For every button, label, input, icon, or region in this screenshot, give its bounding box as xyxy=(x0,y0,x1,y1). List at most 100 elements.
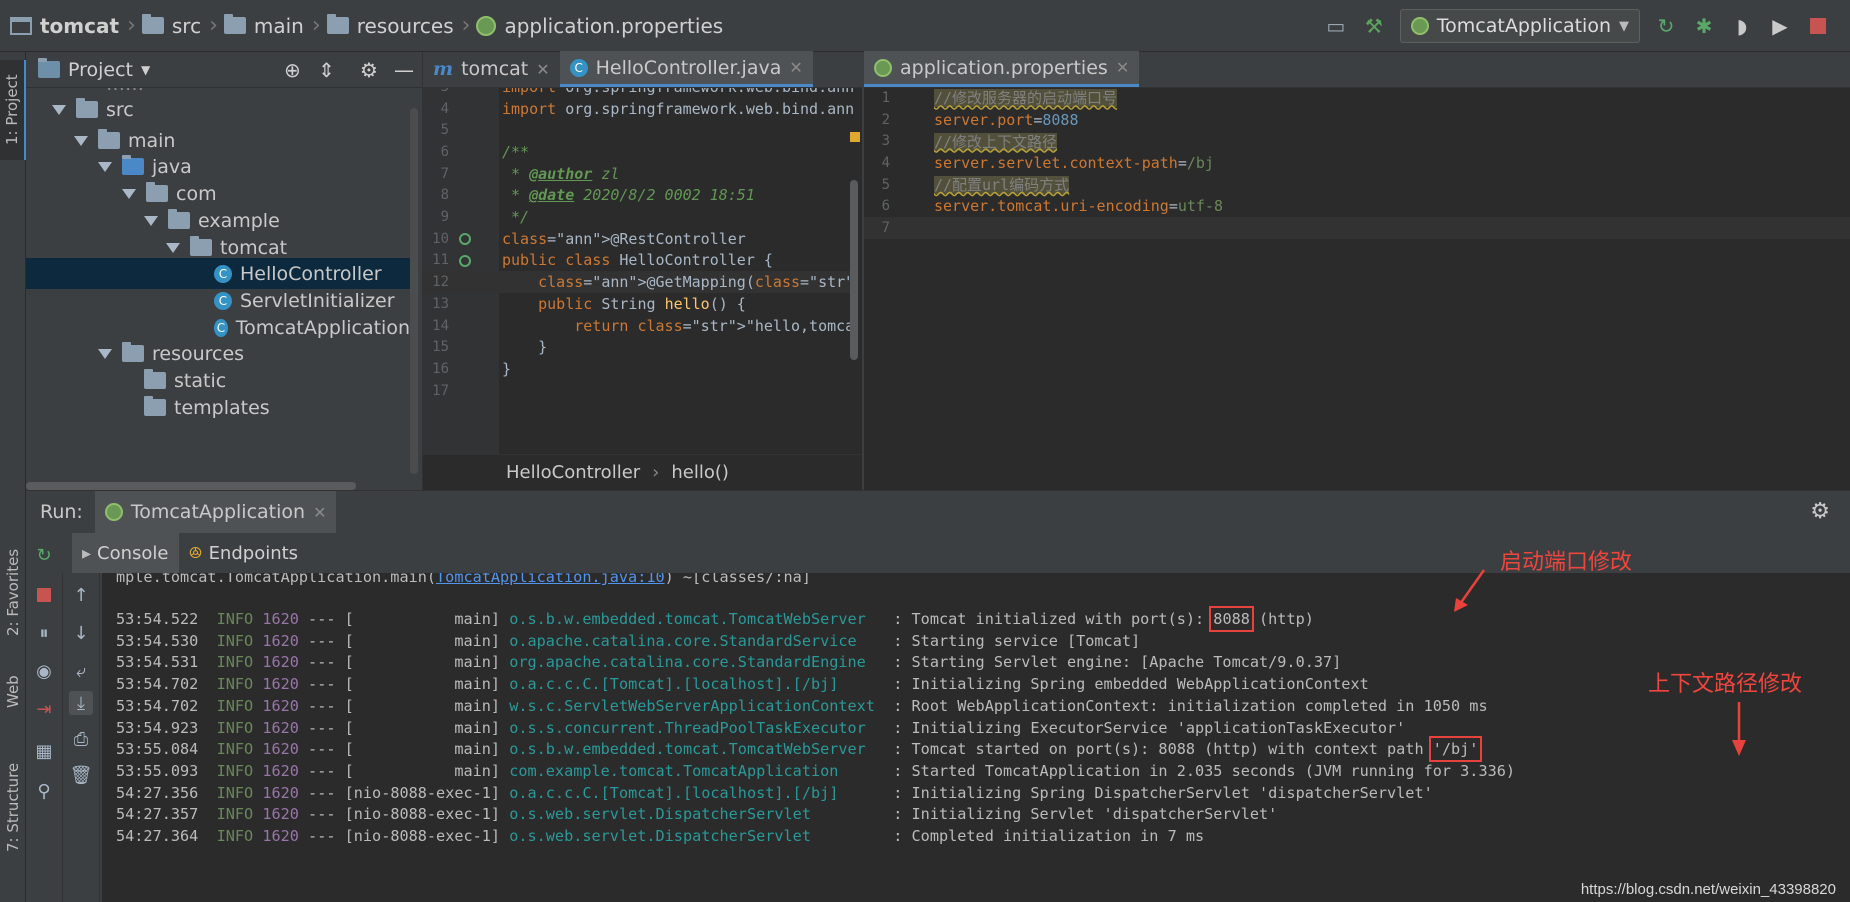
arrow-up-icon[interactable]: ↑ xyxy=(69,583,93,607)
spring-bean-gutter-icon[interactable] xyxy=(459,254,471,267)
editor-scrollbar[interactable] xyxy=(850,180,858,360)
subtab-console[interactable]: ▸ Console xyxy=(72,533,179,573)
exit-icon[interactable]: ⇥ xyxy=(32,697,56,721)
expand-arrow-icon[interactable] xyxy=(98,161,112,172)
run-tab[interactable]: TomcatApplication ✕ xyxy=(94,491,337,533)
folder-icon xyxy=(144,396,166,416)
code-line[interactable]: 10 class="ann">@RestController xyxy=(423,228,853,250)
code-line[interactable]: 17 xyxy=(423,380,853,402)
gear-icon[interactable]: ⚙ xyxy=(1810,499,1830,524)
line-number: 4 xyxy=(881,154,890,171)
tool-tab-structure[interactable]: 7: Structure xyxy=(0,752,26,862)
tool-tab-web[interactable]: Web xyxy=(0,662,26,722)
code-line[interactable]: 5 xyxy=(423,119,853,141)
console-line: mple.tomcat.TomcatApplication.main(Tomca… xyxy=(116,573,811,586)
coverage-icon[interactable]: ◗ xyxy=(1730,14,1754,38)
collapse-all-icon[interactable]: ⇕ xyxy=(318,58,335,82)
expand-arrow-icon[interactable] xyxy=(166,242,180,253)
expand-arrow-icon[interactable] xyxy=(52,104,66,115)
close-icon[interactable]: ✕ xyxy=(313,503,326,522)
line-number: 7 xyxy=(881,220,890,237)
crumb-method[interactable]: hello() xyxy=(671,462,729,483)
tree-item-templates[interactable]: templates xyxy=(26,392,410,423)
code-line[interactable]: 2 server.port=8088 xyxy=(864,109,1850,131)
code-line[interactable]: 6 /** xyxy=(423,141,853,163)
tool-tab-favorites[interactable]: 2: Favorites xyxy=(0,532,26,652)
expand-arrow-icon[interactable] xyxy=(144,215,158,226)
expand-arrow-icon[interactable] xyxy=(122,188,136,199)
line-number: 17 xyxy=(432,382,449,399)
spring-bean-gutter-icon[interactable] xyxy=(459,232,471,245)
pin-icon[interactable]: ⚲ xyxy=(32,779,56,803)
tree-item-src[interactable]: src xyxy=(26,94,410,125)
folder-icon xyxy=(76,98,98,118)
project-panel-title[interactable]: Project xyxy=(68,59,133,81)
profile-icon[interactable]: ▶ xyxy=(1768,14,1792,38)
code-line[interactable]: 11 public class HelloController { xyxy=(423,250,853,272)
pause-icon[interactable]: ⏸ xyxy=(32,621,56,645)
arrow-down-icon[interactable]: ↓ xyxy=(69,621,93,645)
print-icon[interactable]: ⎙ xyxy=(69,727,93,751)
code-line[interactable]: 7 * @author zl xyxy=(423,163,853,185)
code-line[interactable]: 6 server.tomcat.uri-encoding=utf-8 xyxy=(864,196,1850,218)
line-number: 6 xyxy=(881,198,890,215)
close-icon[interactable]: ✕ xyxy=(789,58,802,77)
trash-icon[interactable]: 🗑 xyxy=(69,763,93,787)
code-line[interactable]: 13 public String hello() { xyxy=(423,293,853,315)
tree-item-label: src xyxy=(106,98,134,121)
code-line[interactable]: 12 class="ann">@GetMapping(class="str">"… xyxy=(423,271,853,293)
code-line[interactable]: 4 server.servlet.context-path=/bj xyxy=(864,152,1850,174)
annotation-arrow-port xyxy=(1454,569,1486,612)
source-folder-icon xyxy=(122,155,144,175)
rerun-icon[interactable]: ↻ xyxy=(32,543,56,567)
code-line[interactable]: 9 */ xyxy=(423,206,853,228)
stop-icon[interactable] xyxy=(32,583,56,607)
console-output[interactable]: mple.tomcat.TomcatApplication.main(Tomca… xyxy=(102,573,1850,902)
code-line[interactable]: 8 * @date 2020/8/2 0002 18:51 xyxy=(423,185,853,207)
breadcrumb-item-file[interactable]: application.properties xyxy=(504,14,723,38)
dropdown-arrow-icon[interactable]: ▼ xyxy=(141,63,150,77)
breadcrumb-item-project[interactable]: tomcat xyxy=(40,14,119,38)
camera-icon[interactable]: ◉ xyxy=(32,659,56,683)
terminal-icon[interactable]: ▭ xyxy=(1324,14,1348,38)
code-line[interactable]: 3 //修改上下文路径 xyxy=(864,130,1850,152)
code-line[interactable]: 14 return class="str">"hello,tomcat!"; xyxy=(423,315,853,337)
locate-target-icon[interactable]: ⊕ xyxy=(284,58,301,82)
rerun-icon[interactable]: ↻ xyxy=(1654,14,1678,38)
gear-icon[interactable]: ⚙ xyxy=(360,58,378,82)
scroll-to-end-icon[interactable]: ⤓ xyxy=(69,691,93,715)
code-area[interactable]: 3 import org.springframework.web.bind.ann… xyxy=(423,88,853,454)
breadcrumb-item-main[interactable]: main xyxy=(254,14,304,38)
soft-wrap-icon[interactable]: ⤶ xyxy=(69,659,93,683)
stop-icon[interactable] xyxy=(1806,14,1830,38)
breadcrumb-item-src[interactable]: src xyxy=(172,14,201,38)
layout-icon[interactable]: ▦ xyxy=(32,739,56,763)
build-hammer-icon[interactable]: ⚒ xyxy=(1362,14,1386,38)
tab-hellocontroller[interactable]: C HelloController.java ✕ xyxy=(559,51,813,87)
minimize-icon[interactable]: — xyxy=(394,58,414,82)
run-configuration-select[interactable]: TomcatApplication ▼ xyxy=(1399,9,1640,43)
code-line[interactable]: 15 } xyxy=(423,336,853,358)
debug-bug-icon[interactable]: ✱ xyxy=(1692,14,1716,38)
tree-item-label: com xyxy=(176,182,217,205)
tab-application-properties[interactable]: application.properties ✕ xyxy=(864,51,1140,87)
tool-tab-project[interactable]: 1: Project xyxy=(0,60,26,160)
close-icon[interactable]: ✕ xyxy=(1116,58,1129,77)
code-area[interactable]: 1 //修改服务器的启动端口号 2 server.port=8088 3 //修改上下文路… xyxy=(864,88,1850,488)
code-line[interactable]: 16} xyxy=(423,358,853,380)
close-icon[interactable]: ✕ xyxy=(536,60,549,79)
expand-arrow-icon[interactable] xyxy=(98,348,112,359)
tree-item-label: example xyxy=(198,209,280,232)
crumb-class[interactable]: HelloController xyxy=(506,462,640,483)
code-line[interactable]: 3 import org.springframework.web.bind.ann xyxy=(423,88,853,98)
breadcrumb-item-resources[interactable]: resources xyxy=(357,14,454,38)
subtab-endpoints[interactable]: ꔮ Endpoints xyxy=(179,533,309,573)
horizontal-scrollbar[interactable] xyxy=(26,482,356,490)
code-line[interactable]: 1 //修改服务器的启动端口号 xyxy=(864,88,1850,109)
tab-tomcat-module[interactable]: m tomcat ✕ xyxy=(423,51,560,87)
expand-arrow-icon[interactable] xyxy=(74,135,88,146)
project-tree-scrollbar[interactable] xyxy=(410,108,418,474)
code-line[interactable]: 4 import org.springframework.web.bind.ann xyxy=(423,98,853,120)
code-line[interactable]: 7 xyxy=(864,217,1850,239)
code-line[interactable]: 5 //配置url编码方式 xyxy=(864,174,1850,196)
